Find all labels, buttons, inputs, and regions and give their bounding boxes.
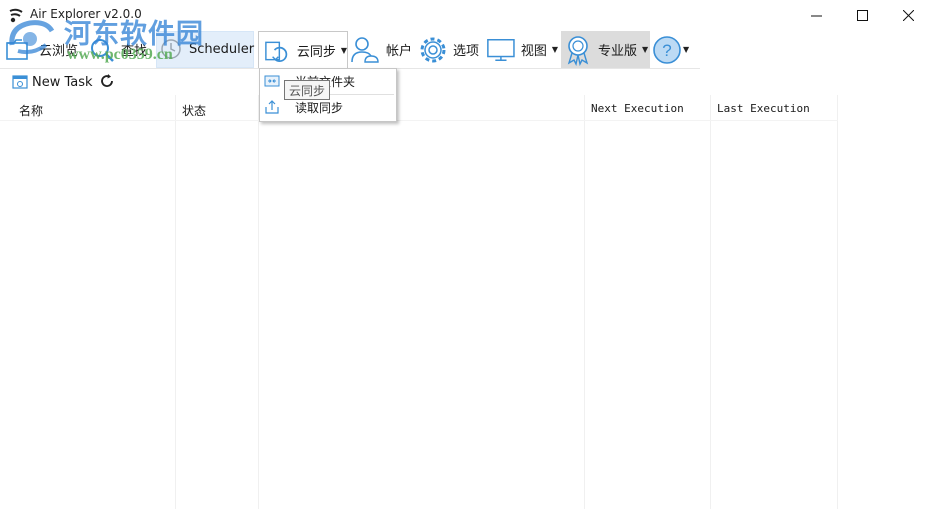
chevron-down-icon: ▼ [551,45,558,54]
column-divider [710,95,711,509]
options-label: 选项 [453,44,480,59]
pro-version-button[interactable]: 专业版 ▼ [561,31,650,68]
view-label: 视图 [520,44,547,59]
cloud-sync-icon [265,41,288,62]
svg-text:?: ? [662,41,671,60]
monitor-icon [487,38,515,61]
chevron-down-icon: ▼ [683,45,690,54]
award-ribbon-icon [567,35,589,66]
watermark-logo-icon [9,20,55,55]
minimize-button[interactable] [793,0,839,31]
cloud-sync-label: 云同步 [296,45,336,60]
column-header-status[interactable]: 状态 [182,102,206,119]
account-icon [351,36,379,63]
close-button[interactable] [885,0,931,31]
column-header-name[interactable]: 名称 [19,102,43,119]
help-button[interactable]: ? ▼ [652,31,694,68]
sync-folder-icon [264,75,280,87]
new-task-icon [12,75,28,89]
chevron-down-icon: ▼ [642,45,649,54]
options-button[interactable]: 选项 [418,31,482,68]
task-grid: 名称 状态 Next Execution Last Execution [0,95,931,509]
account-label: 帐户 [386,44,413,59]
menu-item-label: 读取同步 [295,100,344,115]
new-task-button[interactable]: New Task [12,72,93,92]
cloud-sync-button[interactable]: 云同步 ▼ [258,31,348,69]
minimize-icon [810,15,822,17]
watermark-url: www.pc0359.cn [67,46,173,63]
tooltip: 云同步 [284,80,331,100]
maximize-icon [856,10,868,21]
help-icon: ? [653,35,681,64]
column-divider [258,95,259,509]
gear-icon [420,37,446,62]
maximize-button[interactable] [839,0,885,31]
column-divider [837,95,838,509]
column-divider [584,95,585,509]
column-header-last-execution[interactable]: Last Execution [717,102,810,115]
chevron-down-icon: ▼ [340,46,347,55]
pro-version-label: 专业版 [598,44,638,59]
account-button[interactable]: 帐户 [349,31,413,68]
refresh-icon[interactable] [99,73,115,89]
header-divider [0,120,838,121]
upload-sync-icon [265,100,279,114]
column-divider [175,95,176,509]
column-header-next-execution[interactable]: Next Execution [591,102,684,115]
close-icon [902,10,914,21]
view-button[interactable]: 视图 ▼ [486,31,558,68]
new-task-label: New Task [32,74,93,90]
